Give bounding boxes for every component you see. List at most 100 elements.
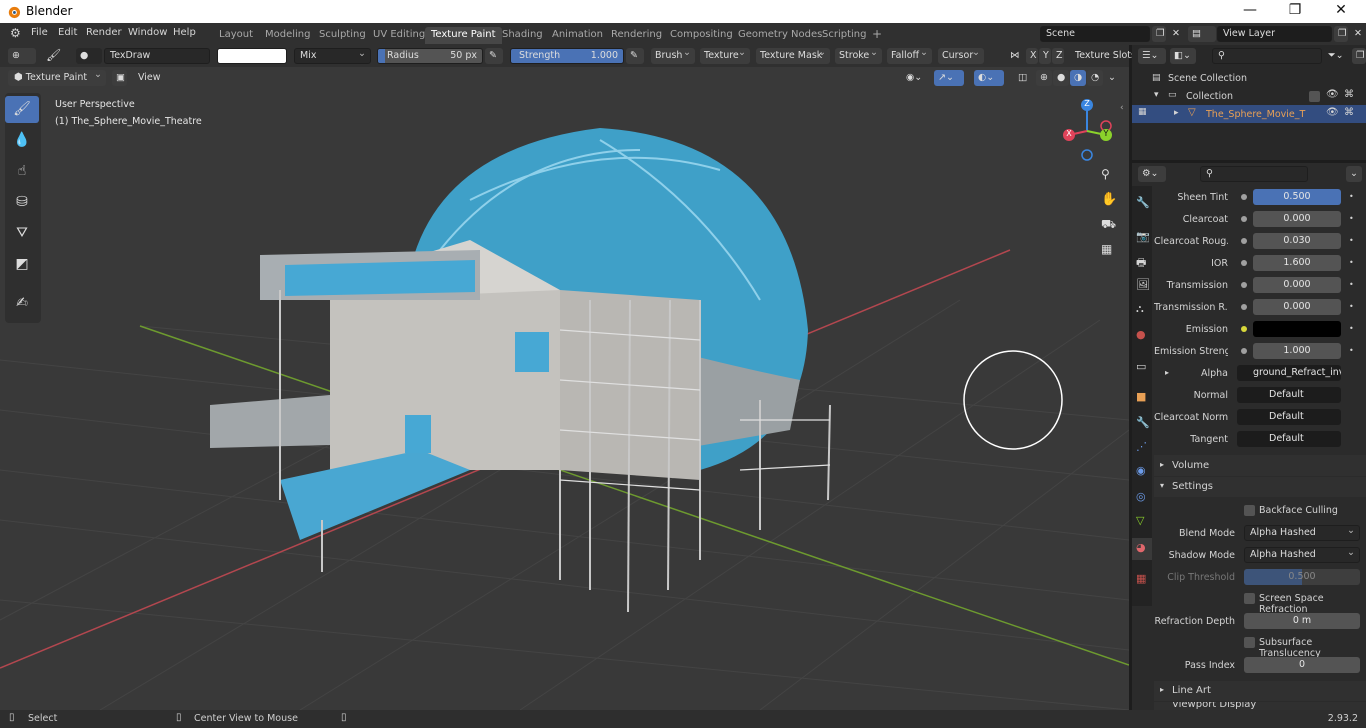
perspective-toggle-icon[interactable]: ▦: [1101, 242, 1112, 256]
clearcoat-normal-link[interactable]: Default: [1237, 409, 1341, 425]
mirror-y-toggle[interactable]: Y: [1039, 48, 1051, 64]
view-layer-properties-icon[interactable]: 🖼: [1136, 278, 1150, 291]
brush-name-field[interactable]: TexDraw: [104, 48, 210, 64]
outliner-display-mode-icon[interactable]: ◧⌄: [1170, 48, 1196, 64]
remove-scene-icon[interactable]: ✕: [1168, 26, 1182, 42]
emission-color-swatch[interactable]: [1253, 321, 1341, 337]
strength-slider[interactable]: Strength 1.000: [510, 48, 624, 64]
outliner-search-input[interactable]: ⚲: [1212, 48, 1322, 64]
solid-shading-icon[interactable]: ●: [1053, 70, 1069, 86]
color-swatch[interactable]: [217, 48, 287, 64]
tab-texture-paint[interactable]: Texture Paint: [425, 27, 502, 44]
blend-mode-select[interactable]: Mix: [294, 48, 371, 64]
falloff-menu[interactable]: Falloff: [887, 47, 932, 64]
tool-properties-icon[interactable]: 🔧: [1136, 196, 1150, 209]
mode-select[interactable]: ⬢ Texture Paint: [8, 69, 106, 86]
line-art-panel-header[interactable]: ▸ Line Art: [1154, 681, 1366, 701]
emission-strength-field[interactable]: 1.000: [1253, 343, 1341, 359]
tab-modeling[interactable]: Modeling: [259, 27, 317, 44]
backface-culling-checkbox[interactable]: [1244, 505, 1255, 516]
strength-pressure-icon[interactable]: ✎: [626, 48, 644, 64]
object-expand-icon[interactable]: ▸: [1174, 108, 1179, 118]
collection-visibility-icon[interactable]: 👁: [1326, 89, 1339, 100]
texture-mask-menu[interactable]: Texture Mask: [756, 47, 830, 64]
zoom-view-icon[interactable]: ⚲: [1101, 167, 1110, 181]
sidebar-toggle-icon[interactable]: ‹: [1120, 103, 1124, 113]
screen-space-refraction-checkbox[interactable]: [1244, 593, 1255, 604]
mirror-x-toggle[interactable]: X: [1026, 48, 1038, 64]
collection-exclude-checkbox[interactable]: [1309, 91, 1320, 102]
pass-index-field[interactable]: 0: [1244, 657, 1360, 673]
gizmo-z-icon[interactable]: Z: [1081, 99, 1093, 111]
paint-mask-icon[interactable]: ▣: [112, 70, 127, 86]
socket-icon[interactable]: [1241, 238, 1247, 244]
menu-render[interactable]: Render: [86, 27, 122, 38]
blend-mode-dropdown[interactable]: Alpha Hashed: [1244, 525, 1360, 541]
tab-sculpting[interactable]: Sculpting: [313, 27, 372, 44]
mirror-z-toggle[interactable]: Z: [1052, 48, 1064, 64]
add-workspace-button[interactable]: +: [866, 25, 888, 42]
socket-icon[interactable]: [1241, 348, 1247, 354]
shading-options-icon[interactable]: ⌄: [1104, 70, 1120, 86]
tab-compositing[interactable]: Compositing: [664, 27, 739, 44]
xray-toggle-icon[interactable]: ◫: [1014, 70, 1030, 86]
collection-expand-icon[interactable]: ▾: [1154, 90, 1159, 100]
shadow-mode-dropdown[interactable]: Alpha Hashed: [1244, 547, 1360, 563]
keyframe-dot-icon[interactable]: •: [1349, 280, 1354, 289]
object-visibility-icon[interactable]: 👁: [1326, 107, 1339, 118]
camera-view-icon[interactable]: ⛟: [1101, 217, 1116, 233]
properties-search-input[interactable]: ⚲: [1200, 166, 1308, 182]
material-tab-active[interactable]: ◕: [1132, 538, 1152, 560]
tab-shading[interactable]: Shading: [496, 27, 549, 44]
normal-link[interactable]: Default: [1237, 387, 1341, 403]
transmission-field[interactable]: 0.000: [1253, 277, 1341, 293]
brush-menu[interactable]: Brush: [651, 47, 695, 64]
volume-panel-header[interactable]: ▸ Volume: [1154, 455, 1366, 476]
keyframe-dot-icon[interactable]: •: [1349, 258, 1354, 267]
wireframe-shading-icon[interactable]: ⊕: [1036, 70, 1052, 86]
menu-help[interactable]: Help: [173, 27, 196, 38]
radius-slider[interactable]: Radius 50 px: [377, 48, 483, 64]
remove-view-layer-icon[interactable]: ✕: [1350, 26, 1364, 42]
texture-properties-icon[interactable]: ▦: [1136, 572, 1146, 585]
clip-threshold-field[interactable]: 0.500: [1244, 569, 1360, 585]
navigation-gizmo[interactable]: Z X Y: [1056, 97, 1120, 163]
constraint-properties-icon[interactable]: ◎: [1136, 490, 1146, 503]
overlay-toggle-icon[interactable]: ◐⌄: [974, 70, 1004, 86]
keyframe-dot-icon[interactable]: •: [1349, 324, 1354, 333]
ior-field[interactable]: 1.600: [1253, 255, 1341, 271]
tab-scripting[interactable]: Scripting: [816, 27, 872, 44]
collection-render-icon[interactable]: ⌘: [1344, 89, 1354, 100]
tab-uv-editing[interactable]: UV Editing: [367, 27, 431, 44]
tab-geometry-nodes[interactable]: Geometry Nodes: [732, 27, 828, 44]
refraction-depth-field[interactable]: 0 m: [1244, 613, 1360, 629]
subsurface-translucency-checkbox[interactable]: [1244, 637, 1255, 648]
brush-browse-icon[interactable]: ●: [76, 48, 102, 64]
scene-properties-icon[interactable]: ⛬: [1136, 302, 1144, 316]
clearcoat-roughness-field[interactable]: 0.030: [1253, 233, 1341, 249]
draw-tool-icon[interactable]: 🖌: [5, 96, 39, 123]
texture-slots-menu[interactable]: Texture Slots: [1071, 48, 1136, 64]
rendered-shading-icon[interactable]: ◔: [1087, 70, 1103, 86]
viewport-display-panel-header[interactable]: Viewport Display: [1154, 702, 1366, 710]
tab-animation[interactable]: Animation: [546, 27, 609, 44]
soften-tool-icon[interactable]: 💧: [5, 127, 39, 154]
tab-rendering[interactable]: Rendering: [605, 27, 668, 44]
blender-menu-icon[interactable]: ⚙: [10, 26, 21, 40]
transmission-roughness-field[interactable]: 0.000: [1253, 299, 1341, 315]
socket-icon[interactable]: [1241, 216, 1247, 222]
annotate-tool-icon[interactable]: ✍: [5, 290, 39, 317]
menu-file[interactable]: File: [31, 27, 48, 38]
brush-icon[interactable]: 🖌: [42, 48, 66, 64]
tab-layout[interactable]: Layout: [213, 27, 259, 44]
outliner-editor-type-icon[interactable]: ☰⌄: [1138, 48, 1166, 64]
stroke-menu[interactable]: Stroke: [835, 47, 882, 64]
radius-pressure-icon[interactable]: ✎: [485, 48, 503, 64]
editor-type-icon[interactable]: ⊕: [8, 48, 36, 64]
alpha-texture-link[interactable]: ground_Refract_inv...: [1237, 365, 1341, 381]
properties-editor-type-icon[interactable]: ⚙⌄: [1138, 166, 1166, 182]
close-button[interactable]: ✕: [1321, 2, 1361, 18]
tangent-link[interactable]: Default: [1237, 431, 1341, 447]
maximize-button[interactable]: ❐: [1275, 2, 1315, 18]
smear-tool-icon[interactable]: ☝: [5, 158, 39, 185]
